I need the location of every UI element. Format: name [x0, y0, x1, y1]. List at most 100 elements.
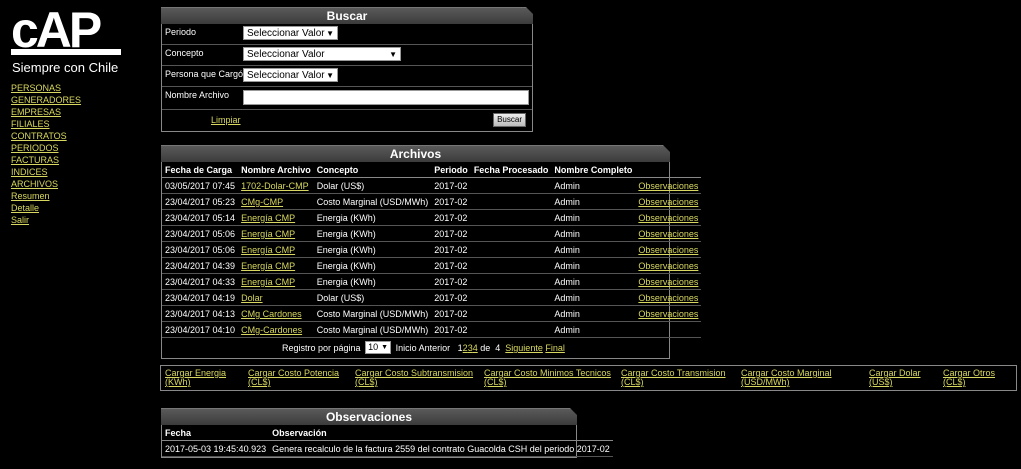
sidebar-item-resumen[interactable]: Resumen	[11, 190, 81, 202]
upload-link[interactable]: Cargar Costo Potencia (CL$)	[248, 369, 339, 387]
sidebar-item-archivos[interactable]: ARCHIVOS	[11, 178, 81, 190]
table-row: 23/04/2017 05:23 CMg-CMP Costo Marginal (U…	[162, 193, 702, 210]
cell-observaciones: Observaciones	[635, 289, 702, 306]
pager-prev: Anterior	[418, 342, 451, 353]
file-link[interactable]: 1702-Dolar-CMP	[241, 181, 309, 191]
sidebar-item-empresas[interactable]: EMPRESAS	[11, 106, 81, 118]
file-link[interactable]: Energía CMP	[241, 261, 295, 271]
persona-label: Persona que Cargó	[165, 69, 244, 79]
cell-nombre-archivo: Energía CMP	[238, 273, 314, 290]
cell-periodo: 2017-02	[431, 257, 471, 274]
sidebar-item-salir[interactable]: Salir	[11, 214, 81, 226]
sidebar-item-generadores[interactable]: GENERADORES	[11, 94, 81, 106]
column-header-fecha-procesado: Fecha Procesado	[470, 162, 552, 178]
cell-nombre-completo: Admin	[551, 193, 636, 210]
cell-periodo: 2017-02	[431, 273, 471, 290]
cell-fecha-carga: 23/04/2017 05:06	[162, 241, 239, 258]
observations-link[interactable]: Observaciones	[638, 213, 698, 223]
upload-link[interactable]: Cargar Energia (KWh)	[165, 369, 226, 387]
upload-link[interactable]: Cargar Costo Minimos Tecnicos (CL$)	[484, 369, 611, 387]
table-row: 23/04/2017 04:10 CMg-Cardones Costo Margin…	[162, 321, 702, 338]
search-button[interactable]: Buscar	[493, 113, 526, 127]
upload-link[interactable]: Cargar Costo Subtransmision (CL$)	[355, 369, 473, 387]
table-row: 23/04/2017 05:06 Energía CMP Energia (KWh)…	[162, 241, 702, 258]
file-link[interactable]: CMg-CMP	[241, 197, 283, 207]
cell-nombre-archivo: CMg-CMP	[238, 193, 314, 210]
sidebar-item-periodos[interactable]: PERIODOS	[11, 142, 81, 154]
cell-observacion: Genera recalculo de la factura 2559 del …	[269, 440, 613, 457]
cell-fecha-procesado	[470, 209, 552, 226]
files-panel-title: Archivos	[161, 145, 671, 162]
table-row: 2017-05-03 19:45:40.923 Genera recalculo …	[162, 440, 613, 457]
cell-nombre-completo: Admin	[551, 225, 636, 242]
file-link[interactable]: CMg Cardones	[241, 309, 302, 319]
observations-link[interactable]: Observaciones	[638, 229, 698, 239]
cell-fecha-carga: 23/04/2017 04:10	[162, 321, 239, 338]
upload-link-line2: (CL$)	[484, 377, 507, 387]
per-page-select[interactable]: 10 ▼	[365, 341, 392, 354]
upload-link-line2: (CL$)	[943, 377, 966, 387]
observations-link[interactable]: Observaciones	[638, 245, 698, 255]
observations-link[interactable]: Observaciones	[638, 309, 698, 319]
cell-concepto: Energia (KWh)	[313, 257, 432, 274]
column-header-nombre-archivo: Nombre Archivo	[238, 162, 314, 178]
upload-link[interactable]: Cargar Costo Marginal (USD/MWh)	[741, 369, 832, 387]
concepto-label: Concepto	[165, 48, 204, 58]
upload-link[interactable]: Cargar Costo Transmision (CL$)	[621, 369, 726, 387]
concepto-select-value: Seleccionar Valor	[247, 49, 325, 60]
pager-next-link[interactable]: Siguiente	[505, 343, 543, 353]
sidebar-item-personas[interactable]: PERSONAS	[11, 82, 81, 94]
pager-page-link[interactable]: 4	[473, 343, 478, 353]
column-header-observaciones	[635, 162, 702, 178]
pagination: Registro por página 10 ▼ Inicio Anterior …	[162, 338, 669, 358]
cell-nombre-archivo: Energía CMP	[238, 241, 314, 258]
file-link[interactable]: CMg-Cardones	[241, 325, 302, 335]
cell-fecha-procesado	[470, 177, 552, 194]
cell-nombre-completo: Admin	[551, 289, 636, 306]
logo-tagline: Siempre con Chile	[12, 60, 119, 75]
cell-fecha-carga: 23/04/2017 05:23	[162, 193, 239, 210]
file-link[interactable]: Energía CMP	[241, 245, 295, 255]
sidebar-item-filiales[interactable]: FILIALES	[11, 118, 81, 130]
table-row: 03/05/2017 07:45 1702-Dolar-CMP Dolar (US$…	[162, 177, 702, 194]
cell-concepto: Costo Marginal (USD/MWh)	[313, 193, 432, 210]
cell-fecha-procesado	[470, 289, 552, 306]
cell-observaciones: Observaciones	[635, 305, 702, 322]
sidebar-item-indices[interactable]: INDICES	[11, 166, 81, 178]
observations-link[interactable]: Observaciones	[638, 277, 698, 287]
observations-link[interactable]: Observaciones	[638, 181, 698, 191]
cell-observaciones: Observaciones	[635, 177, 702, 194]
periodo-select[interactable]: Seleccionar Valor ▼	[243, 26, 338, 40]
cell-fecha-procesado	[470, 241, 552, 258]
sidebar-item-facturas[interactable]: FACTURAS	[11, 154, 81, 166]
cell-fecha-carga: 23/04/2017 04:13	[162, 305, 239, 322]
table-row: 23/04/2017 04:19 Dolar Dolar (US$) 2017-02 A…	[162, 289, 702, 306]
file-link[interactable]: Dolar	[241, 293, 263, 303]
observations-panel-title: Observaciones	[161, 408, 578, 425]
cell-concepto: Energia (KWh)	[313, 209, 432, 226]
observations-link[interactable]: Observaciones	[638, 293, 698, 303]
file-link[interactable]: Energía CMP	[241, 277, 295, 287]
cell-concepto: Costo Marginal (USD/MWh)	[313, 305, 432, 322]
cell-observaciones: Observaciones	[635, 257, 702, 274]
pager-last-link[interactable]: Final	[545, 343, 565, 353]
column-header-nombre-completo: Nombre Completo	[551, 162, 636, 178]
file-link[interactable]: Energía CMP	[241, 213, 295, 223]
upload-link[interactable]: Cargar Dolar (US$)	[869, 369, 921, 387]
files-table-header: Fecha de Carga Nombre Archivo Concepto Peri…	[162, 162, 702, 178]
upload-link[interactable]: Cargar Otros (CL$)	[943, 369, 995, 387]
upload-link-line2: (KWh)	[165, 377, 191, 387]
table-row: 23/04/2017 05:06 Energía CMP Energia (KWh)…	[162, 225, 702, 242]
archivo-label: Nombre Archivo	[165, 90, 230, 100]
archivo-input[interactable]	[243, 90, 529, 105]
cell-concepto: Energia (KWh)	[313, 241, 432, 258]
sidebar-item-contratos[interactable]: CONTRATOS	[11, 130, 81, 142]
clear-link[interactable]: Limpiar	[211, 115, 241, 125]
sidebar-item-detalle[interactable]: Detalle	[11, 202, 81, 214]
observations-link[interactable]: Observaciones	[638, 261, 698, 271]
observations-link[interactable]: Observaciones	[638, 197, 698, 207]
file-link[interactable]: Energía CMP	[241, 229, 295, 239]
concepto-select[interactable]: Seleccionar Valor ▼	[243, 47, 401, 61]
persona-select[interactable]: Seleccionar Valor ▼	[243, 68, 338, 82]
cell-nombre-completo: Admin	[551, 305, 636, 322]
